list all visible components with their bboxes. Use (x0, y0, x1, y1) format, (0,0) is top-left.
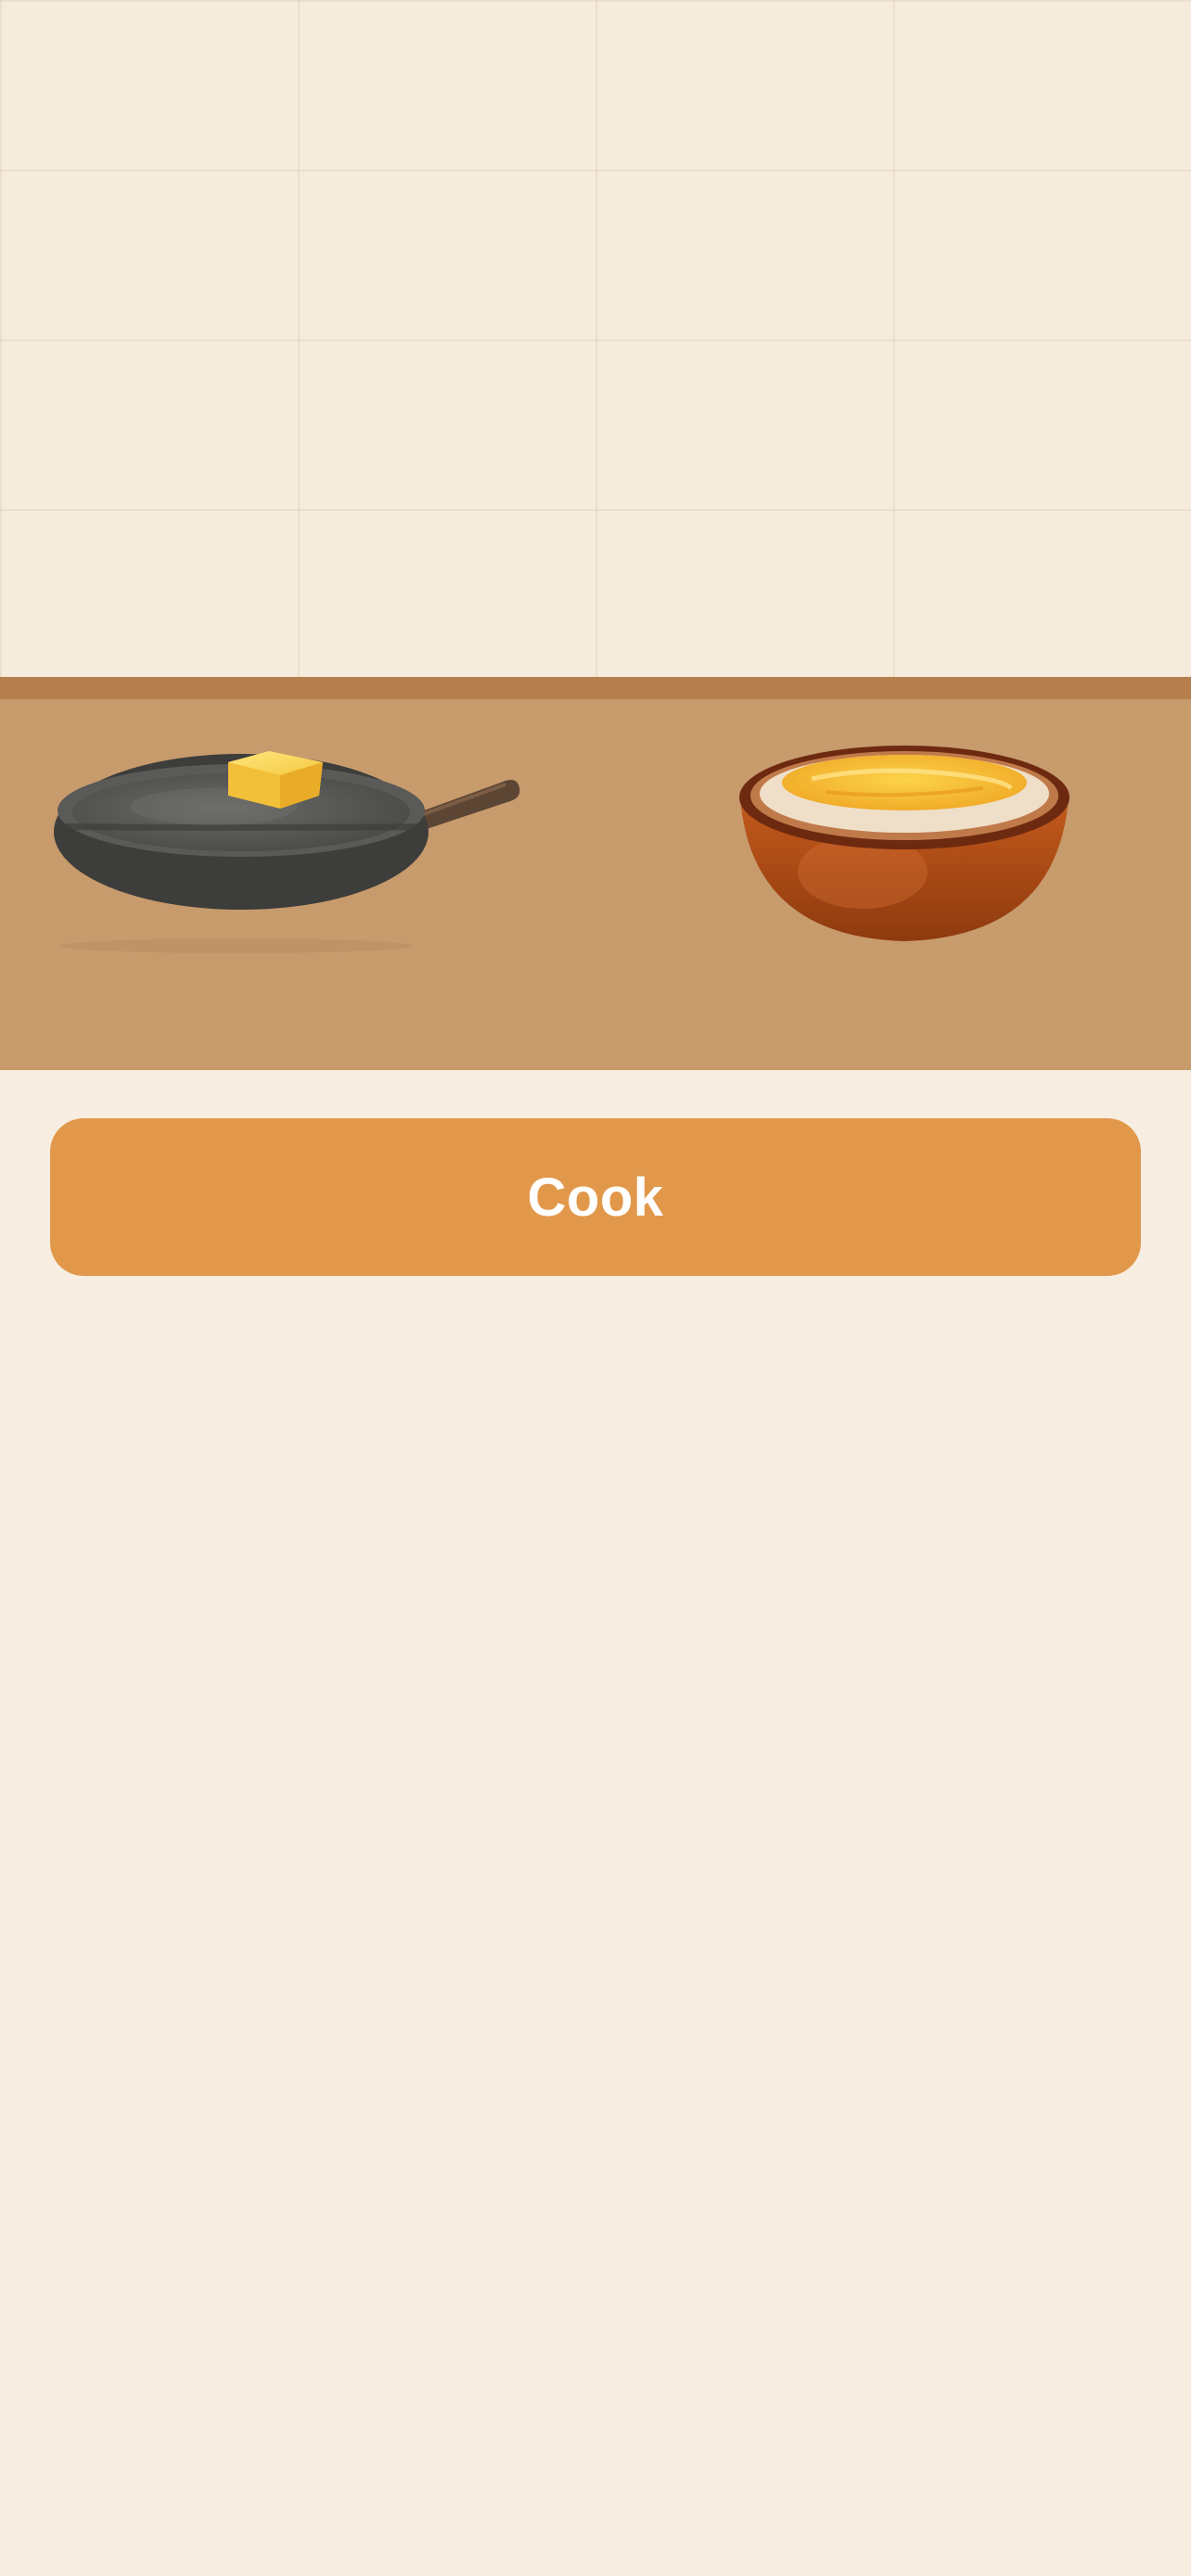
tiled-wall-background (0, 0, 1191, 677)
frying-pan-butter-icon[interactable] (37, 714, 538, 955)
cook-button-label: Cook (527, 1167, 664, 1228)
cook-button[interactable]: Cook (50, 1118, 1141, 1276)
egg-bowl-icon[interactable] (724, 714, 1085, 955)
counter-edge (0, 677, 1191, 699)
